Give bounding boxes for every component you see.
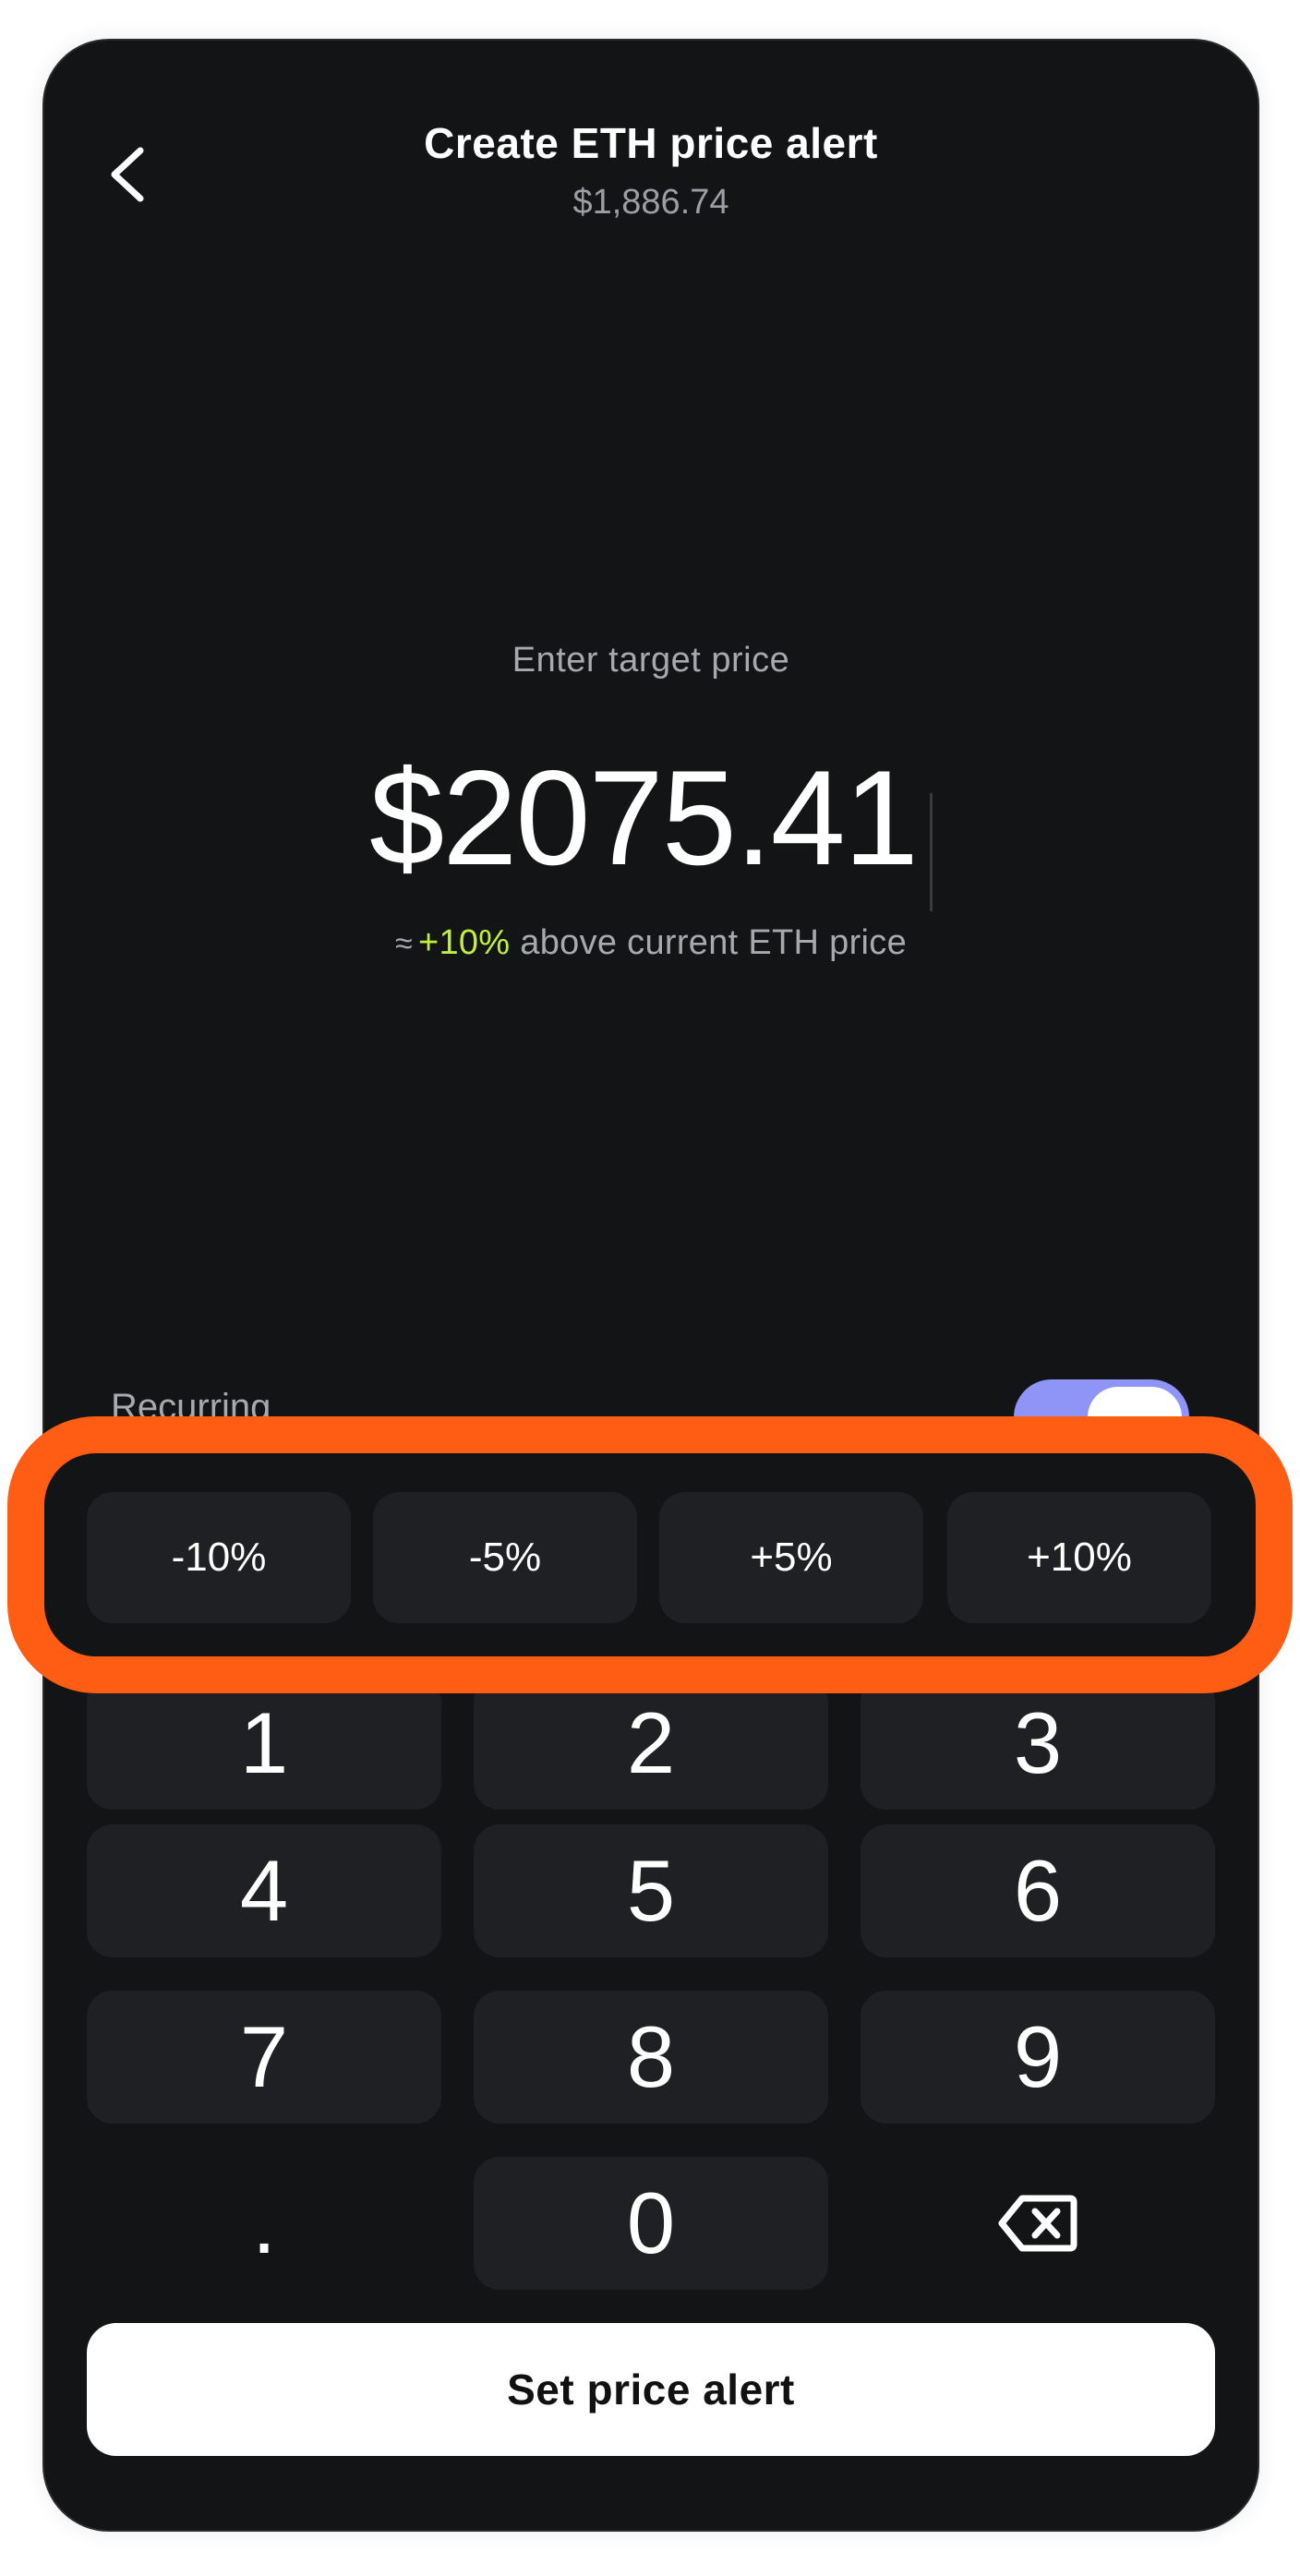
- key-5[interactable]: 5: [474, 1824, 828, 1957]
- backspace-icon: [998, 2195, 1077, 2252]
- key-6[interactable]: 6: [861, 1824, 1215, 1957]
- quick-plus-5-button[interactable]: +5%: [659, 1492, 923, 1623]
- price-change-hint: ≈ +10% above current ETH price: [44, 923, 1258, 963]
- target-price-prompt: Enter target price: [512, 641, 790, 680]
- key-7[interactable]: 7: [87, 1991, 441, 2124]
- toggle-knob: [1088, 1387, 1182, 1448]
- quick-minus-10-button[interactable]: -10%: [87, 1492, 351, 1623]
- key-4[interactable]: 4: [87, 1824, 441, 1957]
- recurring-label: Recurring: [111, 1387, 271, 1427]
- key-8[interactable]: 8: [474, 1991, 828, 2124]
- approx-symbol: ≈: [394, 926, 413, 961]
- page-title: Create ETH price alert: [424, 119, 878, 167]
- quick-minus-5-button[interactable]: -5%: [373, 1492, 637, 1623]
- set-price-alert-button[interactable]: Set price alert: [87, 2323, 1215, 2456]
- quick-plus-10-button[interactable]: +10%: [947, 1492, 1211, 1623]
- key-9[interactable]: 9: [861, 1991, 1215, 2124]
- backspace-button[interactable]: [861, 2157, 1215, 2290]
- key-decimal[interactable]: .: [87, 2157, 441, 2290]
- key-3[interactable]: 3: [861, 1677, 1215, 1810]
- target-price-display[interactable]: $2075.41: [44, 744, 1258, 911]
- key-2[interactable]: 2: [474, 1677, 828, 1810]
- text-caret: [929, 792, 933, 911]
- recurring-toggle[interactable]: [1014, 1379, 1189, 1455]
- quick-adjust-row: -10% -5% +5% +10%: [42, 1451, 1259, 1636]
- change-text: above current ETH price: [520, 923, 908, 962]
- price-alert-screen: Create ETH price alert $1,886.74 Enter t…: [42, 39, 1259, 2532]
- change-percent: +10%: [417, 923, 511, 962]
- key-1[interactable]: 1: [87, 1677, 441, 1810]
- current-price: $1,886.74: [572, 183, 729, 222]
- target-price-value: $2075.41: [369, 742, 919, 893]
- key-0[interactable]: 0: [474, 2157, 828, 2290]
